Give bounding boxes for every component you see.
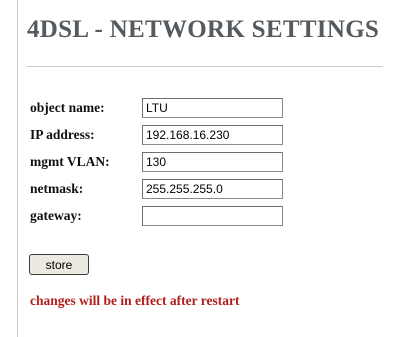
- page-title: 4DSL - NETWORK SETTINGS: [27, 16, 380, 43]
- mgmt-vlan-input[interactable]: [142, 152, 283, 172]
- ip-address-input[interactable]: [142, 125, 283, 145]
- restart-notice: changes will be in effect after restart: [30, 293, 240, 308]
- mgmt-vlan-label: mgmt VLAN:: [30, 154, 110, 169]
- ip-address-label: IP address:: [30, 127, 95, 142]
- object-name-input[interactable]: [142, 98, 283, 118]
- object-name-row: object name:: [30, 97, 360, 119]
- store-button[interactable]: store: [29, 254, 89, 275]
- mgmt-vlan-row: mgmt VLAN:: [30, 151, 360, 173]
- gateway-input[interactable]: [142, 206, 283, 226]
- object-name-label: object name:: [30, 100, 105, 115]
- netmask-row: netmask:: [30, 178, 360, 200]
- netmask-input[interactable]: [142, 179, 283, 199]
- gateway-row: gateway:: [30, 205, 360, 227]
- title-divider: [27, 66, 383, 67]
- ip-address-row: IP address:: [30, 124, 360, 146]
- gateway-label: gateway:: [30, 208, 82, 223]
- netmask-label: netmask:: [30, 181, 84, 196]
